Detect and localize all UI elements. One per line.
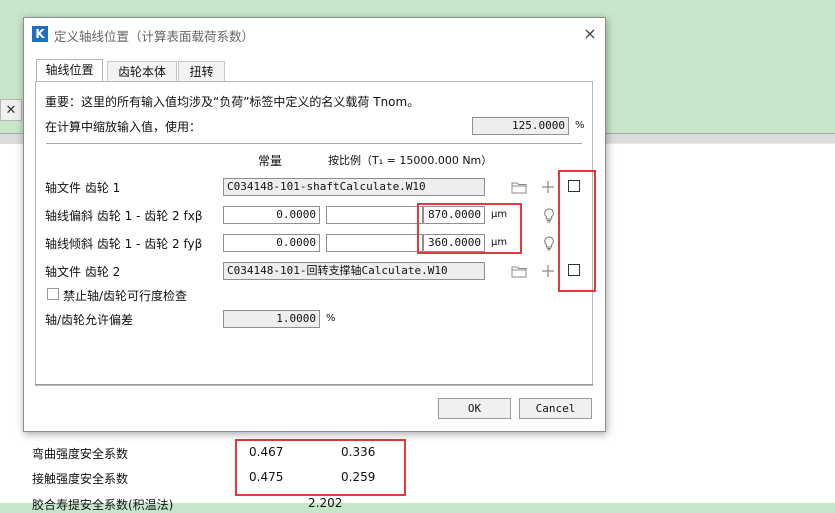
inclination-label: 轴线倾斜 齿轮 1 - 齿轮 2 fyβ <box>45 237 203 251</box>
disable-check-label: 禁止轴/齿轮可行度检查 <box>63 289 188 303</box>
highlight-results-box <box>235 439 406 496</box>
add-icon[interactable] <box>540 263 556 279</box>
scale-input[interactable]: 125.0000 <box>472 117 569 135</box>
disable-check-checkbox[interactable] <box>47 288 59 300</box>
lightbulb-icon[interactable] <box>541 207 557 223</box>
tab-axis-position[interactable]: 轴线位置 <box>36 59 103 81</box>
result-label-contact: 接触强度安全系数 <box>32 472 129 486</box>
ok-button[interactable]: OK <box>438 398 511 419</box>
column-proportional: 按比例（T₁ = 15000.000 Nm） <box>328 154 493 167</box>
tab-torsion[interactable]: 扭转 <box>178 61 225 81</box>
close-icon[interactable]: × <box>580 24 600 44</box>
highlight-checkboxes-box <box>558 170 596 292</box>
tolerance-label: 轴/齿轮允许偏差 <box>45 313 134 327</box>
app-logo-icon: K <box>32 26 48 42</box>
inclination-constant-input[interactable]: 0.0000 <box>223 234 320 252</box>
define-axis-position-dialog: K 定义轴线位置（计算表面载荷系数） × 轴线位置 齿轮本体 扭转 重要：这里的… <box>23 17 606 432</box>
column-constant: 常量 <box>258 154 283 168</box>
tab-content-panel: 重要：这里的所有输入值均涉及“负荷”标签中定义的名义载荷 Tnom。 在计算中缩… <box>35 81 596 386</box>
background-close-icon[interactable]: ✕ <box>0 99 22 121</box>
footer-divider <box>35 384 593 385</box>
divider <box>46 143 582 144</box>
misalignment-constant-input[interactable]: 0.0000 <box>223 206 320 224</box>
result-label-scuffing: 胶合寿提安全系数(积温法) <box>32 498 174 512</box>
tab-gear-body[interactable]: 齿轮本体 <box>107 61 177 81</box>
cancel-button[interactable]: Cancel <box>519 398 592 419</box>
result-value-scuffing: 2.202 <box>308 496 343 510</box>
folder-icon[interactable] <box>511 263 527 279</box>
scale-label: 在计算中缩放输入值，使用： <box>45 120 202 134</box>
lightbulb-icon[interactable] <box>541 235 557 251</box>
tolerance-unit: % <box>326 313 336 324</box>
shaft-file-1-label: 轴文件 齿轮 1 <box>45 181 121 195</box>
inclination-proportional-input[interactable] <box>326 234 423 252</box>
shaft-file-2-field[interactable]: C034148-101-回转支撑轴Calculate.W10 <box>223 262 485 280</box>
shaft-file-2-label: 轴文件 齿轮 2 <box>45 265 121 279</box>
folder-icon[interactable] <box>511 179 527 195</box>
misalignment-label: 轴线偏斜 齿轮 1 - 齿轮 2 fxβ <box>45 209 203 223</box>
add-icon[interactable] <box>540 179 556 195</box>
result-label-bending: 弯曲强度安全系数 <box>32 447 129 461</box>
dialog-title-bar[interactable]: K 定义轴线位置（计算表面载荷系数） × <box>24 18 605 50</box>
shaft-file-1-field[interactable]: C034148-101-shaftCalculate.W10 <box>223 178 485 196</box>
scale-unit: % <box>575 120 585 131</box>
important-note: 重要：这里的所有输入值均涉及“负荷”标签中定义的名义载荷 Tnom。 <box>45 95 420 109</box>
dialog-title: 定义轴线位置（计算表面载荷系数） <box>54 29 255 44</box>
tolerance-input[interactable]: 1.0000 <box>223 310 320 328</box>
highlight-values-box <box>417 203 522 254</box>
misalignment-proportional-input[interactable] <box>326 206 423 224</box>
